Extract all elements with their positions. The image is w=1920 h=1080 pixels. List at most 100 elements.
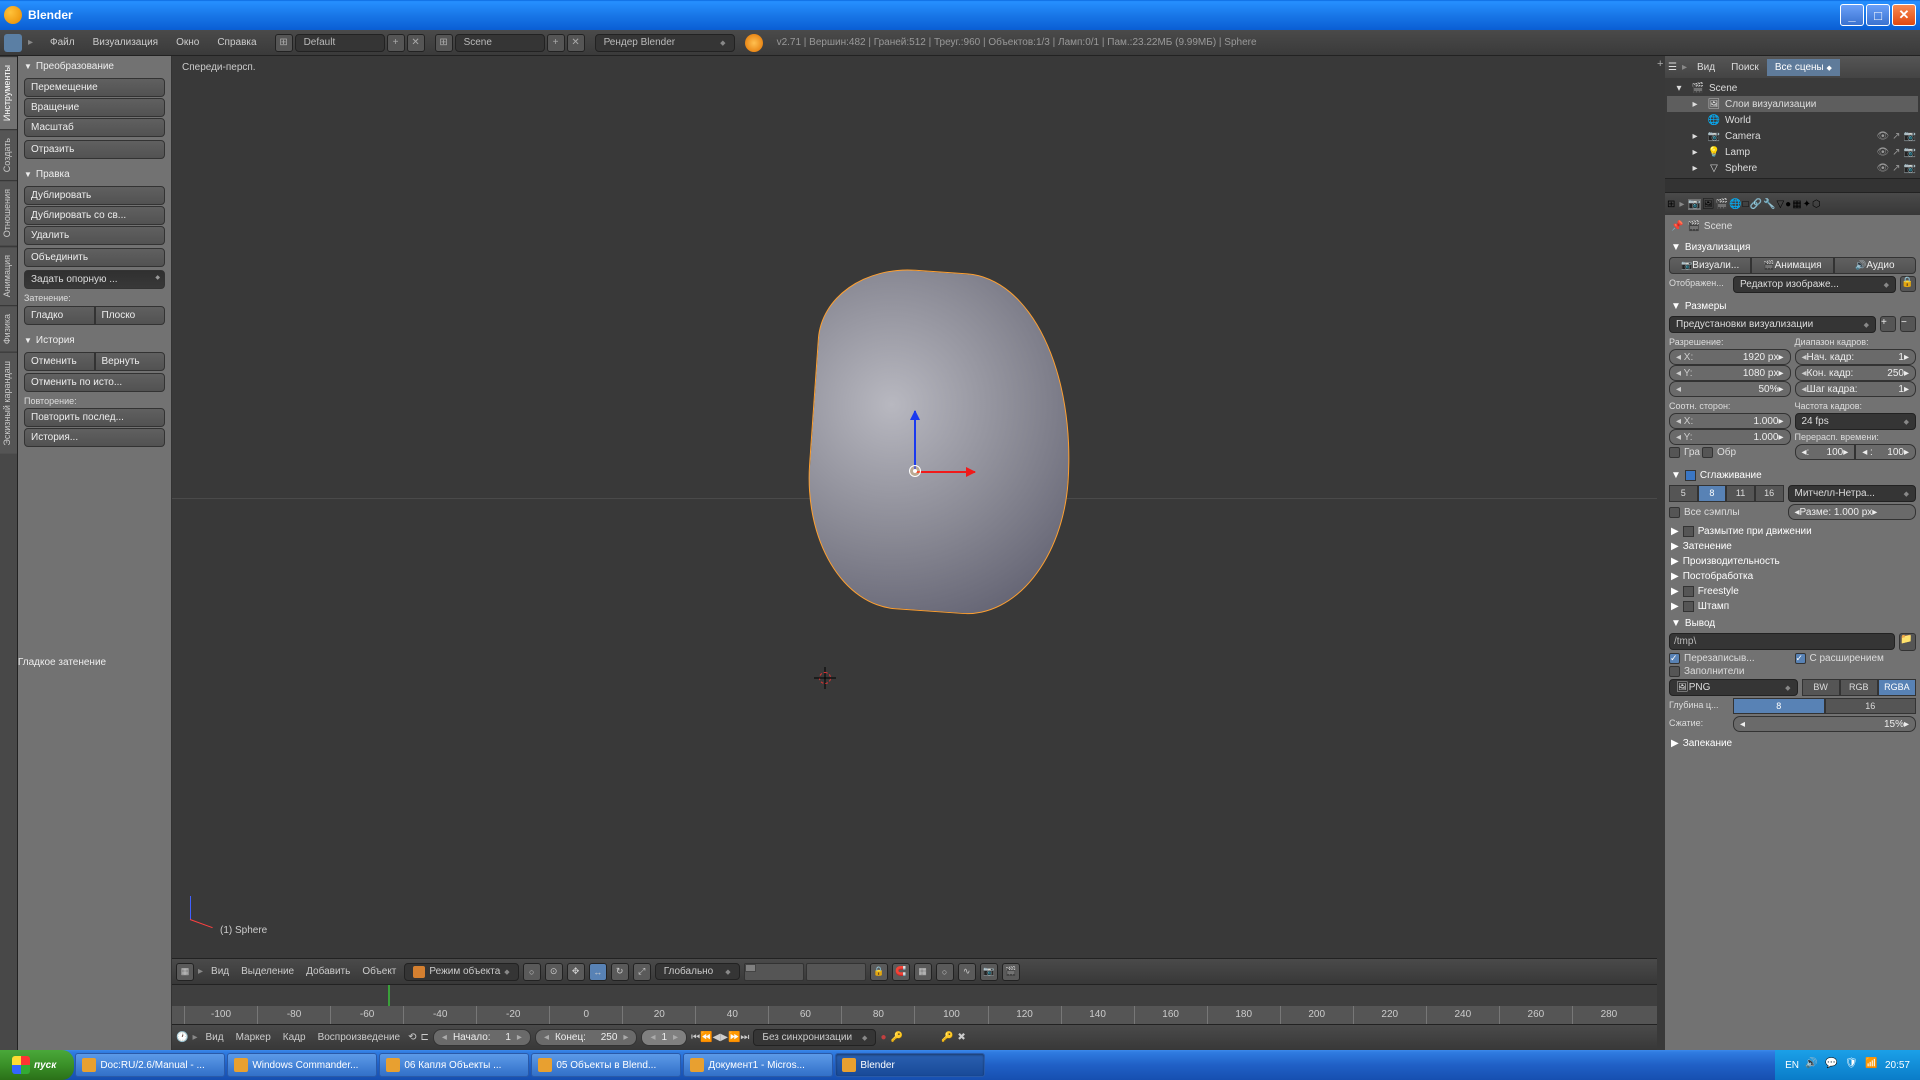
preset-remove-button[interactable]: − xyxy=(1900,316,1916,332)
end-frame-field[interactable]: ◂Конец: 250▸ xyxy=(535,1029,638,1046)
outliner-view-menu[interactable]: Вид xyxy=(1689,59,1723,76)
menu-add[interactable]: Добавить xyxy=(302,966,354,977)
redo-button[interactable]: Вернуть xyxy=(95,352,166,371)
tray-icon[interactable]: 🛡 xyxy=(1845,1058,1859,1072)
tab-animation[interactable]: Анимация xyxy=(0,246,17,305)
bake-header[interactable]: ▶Запекание xyxy=(1669,736,1916,751)
menu-frame[interactable]: Кадр xyxy=(279,1032,310,1043)
play-button[interactable]: ▶ xyxy=(720,1032,728,1043)
mode-bw[interactable]: BW xyxy=(1802,679,1840,696)
preset-dropdown[interactable]: Предустановки визуализации◆ xyxy=(1669,316,1876,333)
shading-header[interactable]: ▶Затенение xyxy=(1669,539,1916,554)
mode-rgba[interactable]: RGBA xyxy=(1878,679,1916,696)
extensions-checkbox[interactable]: С расширением xyxy=(1795,653,1917,664)
preset-add-button[interactable]: + xyxy=(1880,316,1896,332)
undo-button[interactable]: Отменить xyxy=(24,352,95,371)
tab-tools[interactable]: Инструменты xyxy=(0,56,17,129)
shade-flat-button[interactable]: Плоско xyxy=(95,306,166,325)
menu-file[interactable]: Файл xyxy=(42,34,83,51)
taskbar-item[interactable]: Windows Commander... xyxy=(227,1053,377,1077)
output-header[interactable]: ▼Вывод xyxy=(1669,616,1916,631)
maximize-button[interactable]: □ xyxy=(1866,4,1890,26)
editor-type-timeline-icon[interactable]: 🕐 xyxy=(176,1032,188,1043)
post-header[interactable]: ▶Постобработка xyxy=(1669,569,1916,584)
tab-object-icon[interactable]: □ xyxy=(1742,199,1748,210)
taskbar-item[interactable]: Документ1 - Micros... xyxy=(683,1053,833,1077)
proportional-type-icon[interactable]: ∿ xyxy=(958,963,976,981)
performance-header[interactable]: ▶Производительность xyxy=(1669,554,1916,569)
tab-material-icon[interactable]: ● xyxy=(1785,199,1791,210)
rotate-button[interactable]: Вращение xyxy=(24,98,165,117)
visibility-icon[interactable]: 👁 xyxy=(1876,147,1889,158)
taskbar-item[interactable]: Doc:RU/2.6/Manual - ... xyxy=(75,1053,225,1077)
history-button[interactable]: История... xyxy=(24,428,165,447)
frame-step-field[interactable]: ◂Шаг кадра:1▸ xyxy=(1795,381,1917,397)
aspect-y-field[interactable]: ◂ Y:1.000▸ xyxy=(1669,429,1791,445)
menu-playback[interactable]: Воспроизведение xyxy=(314,1032,405,1043)
aa-11[interactable]: 11 xyxy=(1726,485,1755,502)
resolution-pct-field[interactable]: ◂50%▸ xyxy=(1669,381,1791,397)
menu-view[interactable]: Вид xyxy=(207,966,233,977)
outliner-row-scene[interactable]: ▾🎬Scene xyxy=(1667,80,1918,96)
menu-object[interactable]: Объект xyxy=(358,966,400,977)
range-icon[interactable]: ⟲ xyxy=(408,1032,416,1043)
aa-8[interactable]: 8 xyxy=(1698,485,1727,502)
screen-remove-button[interactable]: ✕ xyxy=(407,34,425,52)
render-anim-icon[interactable]: 🎬 xyxy=(1002,963,1020,981)
keying-set-icon[interactable]: 🔑 xyxy=(890,1032,902,1043)
lock-interface-icon[interactable]: 🔒 xyxy=(1900,276,1916,292)
gizmo-z-axis[interactable] xyxy=(914,411,916,471)
timeline-ruler[interactable]: -100-80-60-40-20020406080100120140160180… xyxy=(172,1006,1657,1024)
timeline-track[interactable] xyxy=(172,984,1657,1006)
render-section-header[interactable]: ▼Визуализация xyxy=(1669,240,1916,255)
play-reverse-button[interactable]: ◀ xyxy=(713,1032,721,1043)
editor-type-icon[interactable] xyxy=(4,34,22,52)
expand-icon[interactable] xyxy=(1687,113,1703,127)
snap-icon[interactable]: 🧲 xyxy=(892,963,910,981)
minimize-button[interactable]: _ xyxy=(1840,4,1864,26)
remap-new-field[interactable]: ◂ :100▸ xyxy=(1855,444,1916,460)
display-dropdown[interactable]: Редактор изображе...◆ xyxy=(1733,276,1896,293)
selectable-icon[interactable]: ↗ xyxy=(1892,131,1900,142)
selectable-icon[interactable]: ↗ xyxy=(1892,163,1900,174)
taskbar-item[interactable]: 05 Объекты в Blend... xyxy=(531,1053,681,1077)
scene-browse-icon[interactable]: ⊞ xyxy=(435,34,453,52)
tray-icon[interactable]: 🔊 xyxy=(1805,1058,1819,1072)
clock[interactable]: 20:57 xyxy=(1885,1060,1910,1071)
visibility-icon[interactable]: 👁 xyxy=(1876,163,1889,174)
mode-selector[interactable]: Режим объекта ◆ xyxy=(404,963,518,981)
collapse-icon[interactable]: ▸ xyxy=(1676,199,1687,210)
tray-icon[interactable]: 💬 xyxy=(1825,1058,1839,1072)
resolution-y-field[interactable]: ◂ Y:1080 px▸ xyxy=(1669,365,1791,381)
translate-button[interactable]: Перемещение xyxy=(24,78,165,97)
render-engine-dropdown[interactable]: Рендер Blender◆ xyxy=(595,34,735,52)
current-frame-field[interactable]: ◂1▸ xyxy=(641,1029,687,1046)
border-checkbox[interactable]: Гра xyxy=(1669,447,1700,458)
resolution-x-field[interactable]: ◂ X:1920 px▸ xyxy=(1669,349,1791,365)
key-delete-icon[interactable]: ✖ xyxy=(957,1032,965,1043)
tab-texture-icon[interactable]: ▦ xyxy=(1792,199,1801,210)
start-button[interactable]: пуск xyxy=(0,1050,74,1080)
expand-icon[interactable]: ▸ xyxy=(1687,161,1703,175)
undo-history-button[interactable]: Отменить по исто... xyxy=(24,373,165,392)
outliner-row-renderlayers[interactable]: ▸🖼Слои визуализации xyxy=(1667,96,1918,112)
tab-scene-icon[interactable]: 🎬 xyxy=(1716,199,1728,210)
menu-select[interactable]: Выделение xyxy=(237,966,298,977)
outliner-row-lamp[interactable]: ▸💡Lamp👁↗📷 xyxy=(1667,144,1918,160)
depth-16[interactable]: 16 xyxy=(1825,698,1917,714)
transform-header[interactable]: ▼Преобразование xyxy=(20,58,169,75)
mode-rgb[interactable]: RGB xyxy=(1840,679,1878,696)
outliner-mode-dropdown[interactable]: Все сцены ◆ xyxy=(1767,59,1840,76)
editor-type-outliner-icon[interactable]: ☰ xyxy=(1668,62,1677,73)
render-button[interactable]: 📷Визуали... xyxy=(1669,257,1751,274)
end-frame-field[interactable]: ◂Кон. кадр:250▸ xyxy=(1795,365,1917,381)
taskbar-item[interactable]: 06 Капля Объекты ... xyxy=(379,1053,529,1077)
aa-5[interactable]: 5 xyxy=(1669,485,1698,502)
tab-particles-icon[interactable]: ✦ xyxy=(1803,199,1811,210)
tab-physics-icon[interactable]: ⬡ xyxy=(1812,199,1821,210)
expand-icon[interactable]: ▸ xyxy=(1687,129,1703,143)
tab-relations[interactable]: Отношения xyxy=(0,180,17,245)
overwrite-checkbox[interactable]: Перезаписыв... xyxy=(1669,653,1791,664)
scale-button[interactable]: Масштаб xyxy=(24,118,165,137)
remap-old-field[interactable]: ◂:100▸ xyxy=(1795,444,1856,460)
